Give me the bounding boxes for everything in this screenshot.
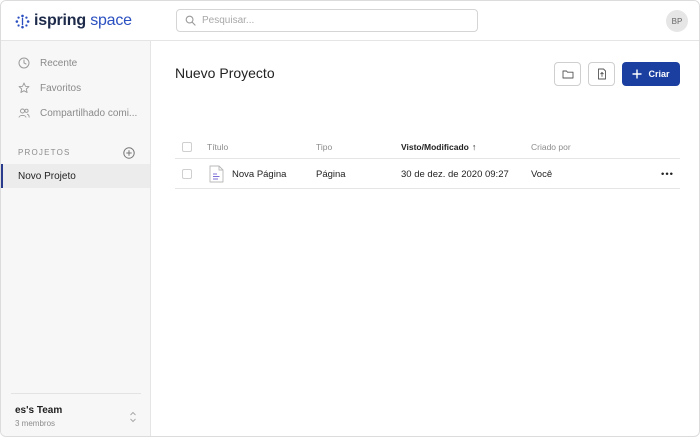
sidebar-item-favorites[interactable]: Favoritos [1, 78, 151, 98]
create-button[interactable]: Criar [622, 62, 680, 86]
sidebar-item-project[interactable]: Novo Projeto [1, 164, 150, 188]
team-switcher[interactable]: es's Team 3 membros [15, 405, 62, 428]
search-icon [185, 15, 196, 26]
create-button-label: Criar [648, 69, 670, 79]
column-header-title[interactable]: Título [207, 135, 228, 158]
row-select-cell [182, 160, 192, 188]
row-modified: 30 de dez. de 2020 09:27 [401, 168, 509, 180]
team-members-count: 3 membros [15, 419, 56, 428]
search-input[interactable] [202, 15, 462, 26]
sidebar-item-label: Compartilhado comi... [40, 107, 138, 119]
page-file-icon [209, 165, 224, 183]
search-box[interactable] [176, 9, 478, 32]
top-bar: ispring space BP [1, 1, 699, 41]
column-header-label: Visto/Modificado [401, 141, 469, 152]
select-all-checkbox[interactable] [182, 141, 192, 152]
table-header: Título Tipo Visto/Modificado ↑ Criado po… [175, 135, 680, 159]
select-all-cell [182, 135, 192, 158]
column-header-created-by[interactable]: Criado por [531, 135, 571, 158]
column-header-modified[interactable]: Visto/Modificado ↑ [401, 135, 476, 158]
logo-text: ispring space [34, 12, 132, 29]
add-project-icon[interactable] [123, 147, 135, 159]
avatar[interactable]: BP [666, 10, 688, 32]
row-type: Página [316, 168, 346, 180]
plus-icon [632, 69, 642, 79]
projects-section-label: PROJETOS [18, 148, 71, 157]
row-created-by: Você [531, 168, 553, 180]
sidebar-item-shared[interactable]: Compartilhado comi... [1, 103, 151, 123]
page-title: Nuevo Proyecto [175, 65, 275, 81]
column-header-type[interactable]: Tipo [316, 135, 332, 158]
row-checkbox[interactable] [182, 169, 192, 179]
row-more-menu-icon[interactable]: ••• [661, 160, 674, 188]
chevron-updown-icon[interactable] [129, 410, 137, 424]
logo-icon [15, 14, 30, 28]
divider [11, 393, 141, 394]
upload-file-icon [597, 68, 606, 80]
sidebar-item-recent[interactable]: Recente [1, 53, 151, 73]
folder-icon [562, 70, 573, 79]
row-title: Nova Página [232, 168, 287, 180]
users-icon [18, 108, 30, 118]
project-label: Novo Projeto [18, 170, 76, 182]
clock-icon [18, 57, 30, 69]
upload-file-button[interactable] [588, 62, 615, 86]
new-folder-button[interactable] [554, 62, 581, 86]
team-name: es's Team [15, 405, 63, 416]
app-window: ispring space BP Recente Favoritos [0, 0, 700, 437]
logo[interactable]: ispring space [15, 11, 132, 31]
star-icon [18, 82, 30, 93]
table-row[interactable]: Nova Página Página 30 de dez. de 2020 09… [175, 160, 680, 189]
row-title-cell[interactable]: Nova Página [209, 160, 286, 188]
sidebar-item-label: Favoritos [40, 82, 82, 94]
sidebar: Recente Favoritos Compartilhado comi... … [1, 41, 151, 436]
sort-arrow-icon: ↑ [471, 141, 477, 152]
sidebar-item-label: Recente [40, 57, 78, 69]
